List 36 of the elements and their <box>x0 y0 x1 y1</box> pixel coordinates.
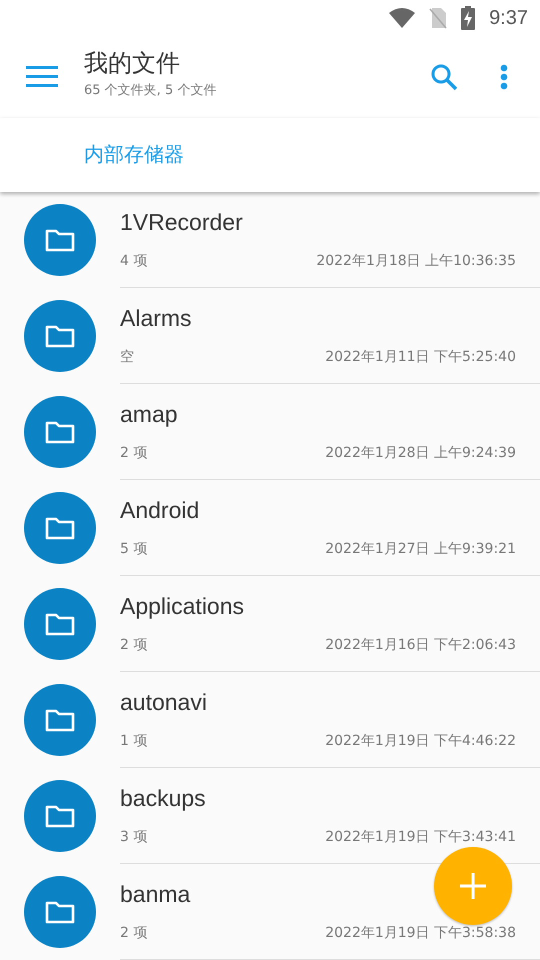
plus-icon <box>459 872 487 900</box>
item-count: 2 项 <box>120 924 148 942</box>
add-button[interactable] <box>434 847 512 925</box>
modified-date: 2022年1月28日 上午9:24:39 <box>325 444 516 462</box>
modified-date: 2022年1月19日 下午3:58:38 <box>325 924 516 942</box>
more-options-icon[interactable] <box>500 64 508 90</box>
folder-name: Alarms <box>120 305 192 332</box>
no-sim-icon <box>429 7 448 29</box>
item-count: 2 项 <box>120 444 148 462</box>
modified-date: 2022年1月18日 上午10:36:35 <box>316 252 516 270</box>
item-count: 3 项 <box>120 828 148 846</box>
folder-name: Android <box>120 497 200 524</box>
item-count: 空 <box>120 348 134 366</box>
folder-name: Applications <box>120 593 244 620</box>
folder-name: amap <box>120 401 178 428</box>
modified-date: 2022年1月16日 下午2:06:43 <box>325 636 516 654</box>
item-count: 5 项 <box>120 540 148 558</box>
item-count: 1 项 <box>120 732 148 750</box>
menu-icon[interactable] <box>26 66 58 88</box>
modified-date: 2022年1月19日 下午3:43:41 <box>325 828 516 846</box>
status-time: 9:37 <box>489 6 528 30</box>
folder-summary: 65 个文件夹, 5 个文件 <box>84 82 218 99</box>
battery-charging-icon <box>461 6 476 30</box>
wifi-icon <box>389 8 416 28</box>
modified-date: 2022年1月11日 下午5:25:40 <box>325 348 516 366</box>
folder-name: autonavi <box>120 689 207 716</box>
folder-name: 1VRecorder <box>120 209 243 236</box>
storage-tab[interactable]: 内部存储器 <box>84 140 184 168</box>
folder-name: banma <box>120 881 190 908</box>
item-count: 2 项 <box>120 636 148 654</box>
item-count: 4 项 <box>120 252 148 270</box>
search-icon[interactable] <box>430 63 458 91</box>
modified-date: 2022年1月27日 上午9:39:21 <box>325 540 516 558</box>
app-title: 我的文件 <box>84 48 181 79</box>
modified-date: 2022年1月19日 下午4:46:22 <box>325 732 516 750</box>
folder-name: backups <box>120 785 206 812</box>
